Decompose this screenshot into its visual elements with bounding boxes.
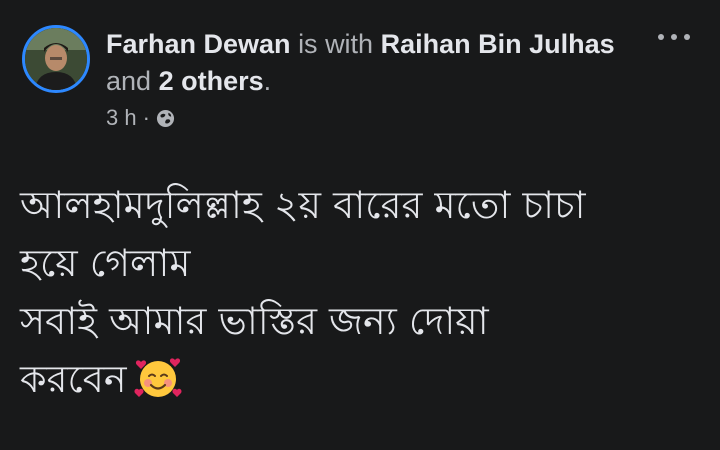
more-options-button[interactable]	[654, 22, 694, 52]
post-timestamp[interactable]: 3 h	[106, 105, 137, 131]
post-meta: 3 h ·	[106, 104, 175, 132]
post-message: আলহামদুলিল্লাহ ২য় বারের মতো চাচা হয়ে গ…	[20, 176, 710, 408]
tagged-user-name[interactable]: Raihan Bin Julhas	[381, 29, 615, 59]
post-header: Farhan Dewan is with Raihan Bin Julhas a…	[106, 26, 626, 100]
smiling-face-with-hearts-emoji	[134, 358, 182, 397]
with-text: is with	[298, 29, 374, 59]
avatar-image	[25, 28, 87, 90]
meta-separator: ·	[142, 105, 150, 130]
ellipsis-icon	[658, 34, 664, 40]
ellipsis-icon	[684, 34, 690, 40]
message-line: করবেন	[20, 357, 127, 401]
and-text: and	[106, 66, 152, 96]
author-avatar[interactable]	[22, 25, 90, 93]
globe-icon[interactable]	[156, 109, 175, 128]
author-name[interactable]: Farhan Dewan	[106, 29, 291, 59]
ellipsis-icon	[671, 34, 677, 40]
message-line: হয়ে গেলাম	[20, 241, 191, 285]
header-period: .	[263, 66, 272, 96]
facebook-post: Farhan Dewan is with Raihan Bin Julhas a…	[0, 0, 720, 450]
message-line: আলহামদুলিল্লাহ ২য় বারের মতো চাচা	[20, 183, 586, 227]
others-link[interactable]: 2 others	[159, 66, 264, 96]
message-line: সবাই আমার ভাস্তির জন্য দোয়া	[20, 299, 489, 343]
